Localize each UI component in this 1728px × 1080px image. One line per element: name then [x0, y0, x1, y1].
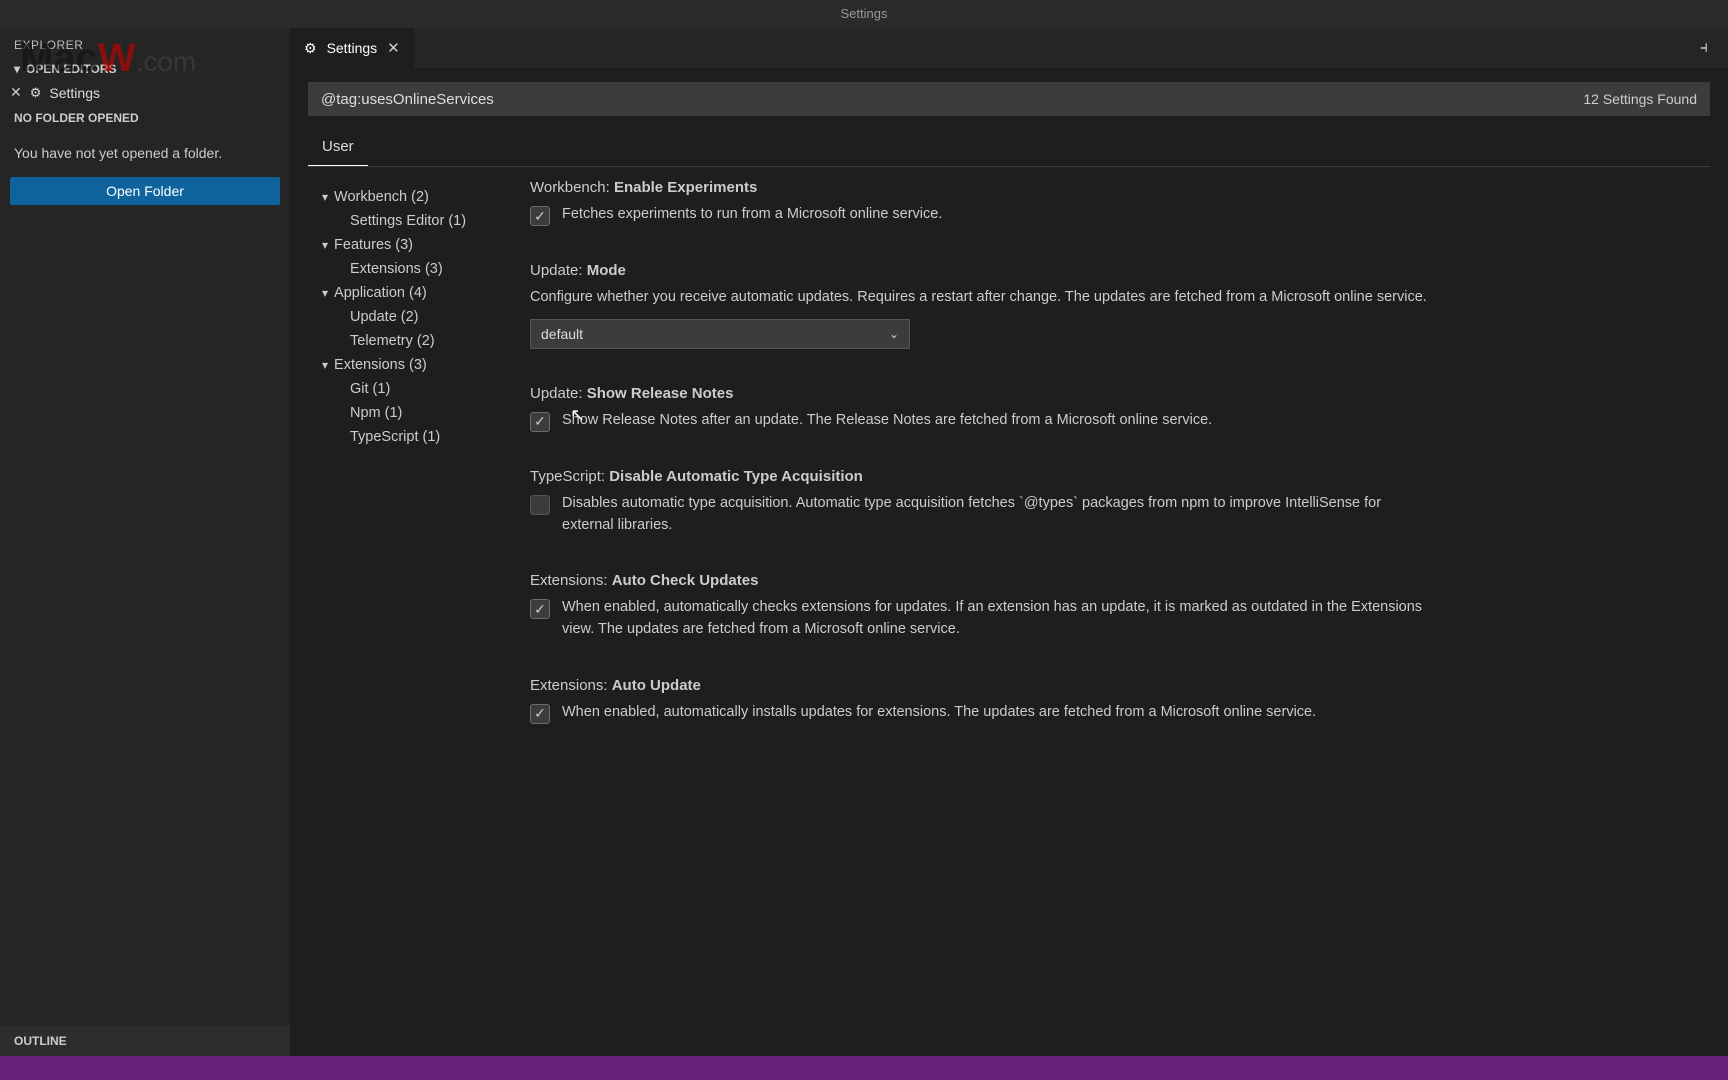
checkbox[interactable]: ✓ — [530, 704, 550, 724]
setting-item: Extensions: Auto Check Updates ✓ When enab… — [530, 572, 1430, 641]
close-icon[interactable]: ✕ — [10, 84, 22, 101]
split-editor-icon[interactable]: ⫞ — [1680, 39, 1728, 57]
chevron-down-icon: ▾ — [14, 62, 20, 76]
window-title: Settings — [841, 6, 888, 21]
settings-toc: ▾ Workbench (2) Settings Editor (1) ▾ Featur… — [290, 167, 510, 1056]
status-bar[interactable] — [0, 1056, 1728, 1080]
toc-child[interactable]: TypeScript (1) — [322, 425, 510, 449]
editor-tabbar: ⚙ Settings ✕ ⫞ — [290, 28, 1728, 68]
dropdown-value: default — [541, 326, 583, 342]
scope-tab-user[interactable]: User — [308, 130, 368, 166]
open-folder-label: Open Folder — [106, 183, 184, 199]
toc-child[interactable]: Update (2) — [322, 305, 510, 329]
chevron-down-icon: ▾ — [322, 238, 328, 252]
settings-search-input[interactable] — [309, 91, 1571, 108]
explorer-sidebar: EXPLORER ▾ OPEN EDITORS ✕ ⚙ Settings NO … — [0, 28, 290, 1056]
toc-group-label: Extensions (3) — [334, 357, 427, 373]
settings-search-row: 12 Settings Found — [308, 82, 1710, 116]
setting-description: When enabled, automatically checks exten… — [562, 597, 1430, 641]
toc-group-label: Features (3) — [334, 237, 413, 253]
toc-group-label: Workbench (2) — [334, 189, 429, 205]
open-editors-header[interactable]: ▾ OPEN EDITORS — [0, 58, 290, 80]
setting-item: Extensions: Auto Update ✓ When enabled, au… — [530, 677, 1430, 724]
checkbox[interactable]: ✓ — [530, 495, 550, 515]
scope-tab-label: User — [322, 138, 354, 155]
open-editor-item[interactable]: ✕ ⚙ Settings — [0, 80, 290, 105]
setting-item: Update: Show Release Notes ✓ Show Release … — [530, 385, 1430, 432]
settings-icon: ⚙ — [304, 40, 317, 57]
toc-child[interactable]: Telemetry (2) — [322, 329, 510, 353]
setting-description: Show Release Notes after an update. The … — [562, 410, 1212, 432]
window-titlebar: Settings — [0, 0, 1728, 28]
settings-list: Workbench: Enable Experiments ✓ Fetches ex… — [510, 167, 1728, 1056]
chevron-down-icon: ▾ — [322, 286, 328, 300]
outline-header[interactable]: OUTLINE — [0, 1026, 290, 1056]
toc-group[interactable]: ▾ Application (4) — [322, 281, 510, 305]
toc-child[interactable]: Extensions (3) — [322, 257, 510, 281]
setting-title: TypeScript: Disable Automatic Type Acqui… — [530, 468, 1430, 485]
checkbox[interactable]: ✓ — [530, 206, 550, 226]
close-icon[interactable]: ✕ — [387, 39, 400, 57]
setting-description: Configure whether you receive automatic … — [530, 287, 1430, 309]
no-folder-header: NO FOLDER OPENED — [0, 105, 290, 131]
setting-title: Extensions: Auto Update — [530, 677, 1430, 694]
chevron-down-icon: ▾ — [322, 190, 328, 204]
dropdown[interactable]: default ⌄ — [530, 319, 910, 349]
setting-title: Extensions: Auto Check Updates — [530, 572, 1430, 589]
settings-scope-tabs: User — [308, 130, 1710, 167]
explorer-title: EXPLORER — [0, 28, 290, 58]
toc-child[interactable]: Settings Editor (1) — [322, 209, 510, 233]
toc-child[interactable]: Git (1) — [322, 377, 510, 401]
toc-group[interactable]: ▾ Workbench (2) — [322, 185, 510, 209]
setting-item: TypeScript: Disable Automatic Type Acqui… — [530, 468, 1430, 537]
open-folder-button[interactable]: Open Folder — [10, 177, 280, 205]
setting-description: Fetches experiments to run from a Micros… — [562, 204, 942, 226]
no-folder-message: You have not yet opened a folder. — [0, 131, 290, 171]
settings-icon: ⚙ — [30, 85, 42, 101]
setting-description: When enabled, automatically installs upd… — [562, 702, 1316, 724]
setting-description: Disables automatic type acquisition. Aut… — [562, 493, 1430, 537]
checkbox[interactable]: ✓ — [530, 412, 550, 432]
setting-item: Workbench: Enable Experiments ✓ Fetches ex… — [530, 179, 1430, 226]
tab-label: Settings — [327, 40, 378, 56]
setting-item: Update: Mode Configure whether you receiv… — [530, 262, 1430, 349]
chevron-down-icon: ⌄ — [889, 327, 899, 341]
toc-group[interactable]: ▾ Features (3) — [322, 233, 510, 257]
settings-found-count: 12 Settings Found — [1571, 82, 1709, 116]
open-editor-label: Settings — [49, 85, 100, 101]
setting-title: Update: Mode — [530, 262, 1430, 279]
setting-title: Update: Show Release Notes — [530, 385, 1430, 402]
tab-settings[interactable]: ⚙ Settings ✕ — [290, 28, 415, 68]
checkbox[interactable]: ✓ — [530, 599, 550, 619]
toc-group[interactable]: ▾ Extensions (3) — [322, 353, 510, 377]
open-editors-label: OPEN EDITORS — [26, 62, 116, 76]
chevron-down-icon: ▾ — [322, 358, 328, 372]
setting-title: Workbench: Enable Experiments — [530, 179, 1430, 196]
toc-child[interactable]: Npm (1) — [322, 401, 510, 425]
toc-group-label: Application (4) — [334, 285, 427, 301]
